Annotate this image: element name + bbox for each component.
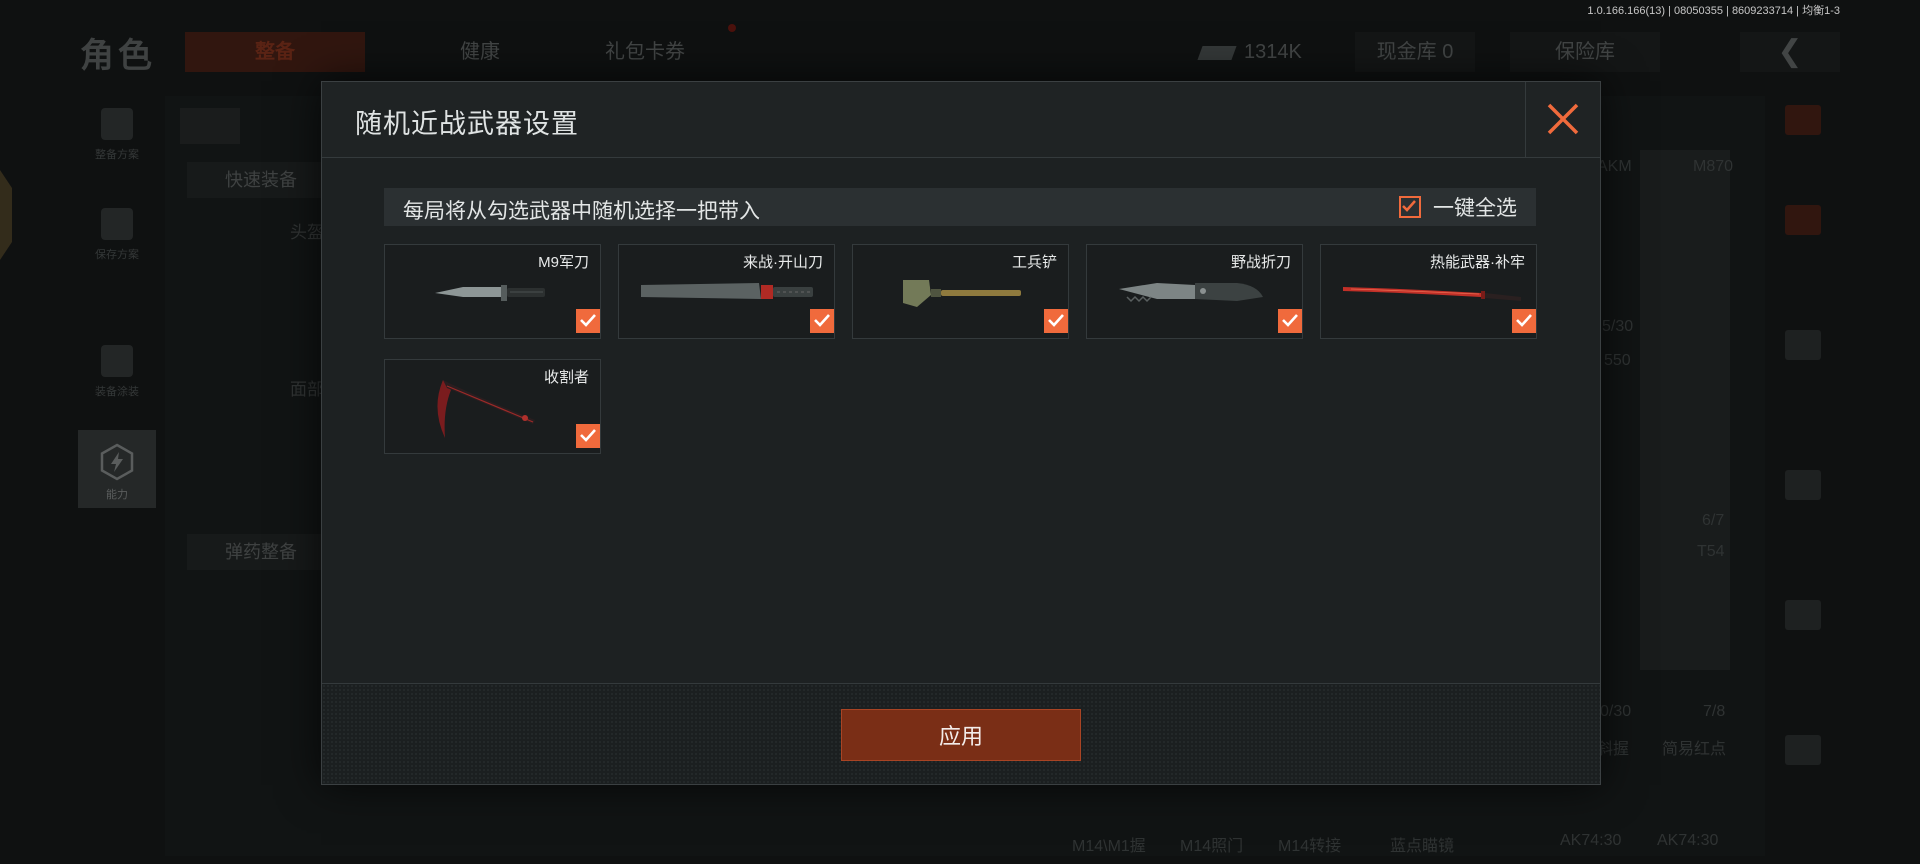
weapon-checkbox[interactable] [810, 309, 834, 333]
weapon-checkbox-wrap [1512, 309, 1536, 338]
weapon-name: 野战折刀 [1230, 254, 1291, 271]
select-all-checkbox[interactable] [1399, 196, 1421, 218]
weapon-checkbox-wrap [576, 424, 600, 453]
weapon-card-shovel[interactable]: 工兵铲 [852, 244, 1069, 339]
close-icon [1547, 103, 1579, 135]
check-icon [580, 314, 596, 327]
weapon-card-thermal-katana[interactable]: 热能武器·补牢 [1320, 244, 1537, 339]
weapon-name: 来战·开山刀 [743, 254, 823, 271]
weapon-checkbox[interactable] [576, 424, 600, 448]
weapon-name: 收割者 [543, 369, 589, 386]
weapon-checkbox[interactable] [1278, 309, 1302, 333]
weapon-name: 热能武器·补牢 [1430, 254, 1525, 271]
check-icon [1402, 200, 1416, 212]
check-icon [814, 314, 830, 327]
weapon-card-m9[interactable]: M9军刀 [384, 244, 601, 339]
weapon-card-reaper[interactable]: 收割者 [384, 359, 601, 454]
weapon-card-machete[interactable]: 来战·开山刀 [618, 244, 835, 339]
select-all-label: 一键全选 [1433, 197, 1517, 220]
info-bar: 每局将从勾选武器中随机选择一把带入 一键全选 [384, 188, 1536, 226]
info-text: 每局将从勾选武器中随机选择一把带入 [403, 200, 760, 223]
weapon-checkbox-wrap [810, 309, 834, 338]
check-icon [1282, 314, 1298, 327]
weapon-checkbox-wrap [576, 309, 600, 338]
dialog-footer: 应用 [322, 683, 1600, 784]
apply-button[interactable]: 应用 [841, 709, 1081, 761]
weapon-checkbox[interactable] [576, 309, 600, 333]
dialog-title: 随机近战武器设置 [355, 109, 579, 139]
check-icon [1516, 314, 1532, 327]
weapon-card-folding-knife[interactable]: 野战折刀 [1086, 244, 1303, 339]
check-icon [580, 429, 596, 442]
weapon-checkbox[interactable] [1512, 309, 1536, 333]
dialog-header: 随机近战武器设置 [322, 82, 1600, 158]
weapon-checkbox-wrap [1044, 309, 1068, 338]
weapon-name: M9军刀 [538, 254, 589, 271]
weapon-name: 工兵铲 [1011, 254, 1057, 271]
select-all-toggle[interactable]: 一键全选 [1399, 194, 1517, 220]
weapon-checkbox-wrap [1278, 309, 1302, 338]
check-icon [1048, 314, 1064, 327]
weapon-checkbox[interactable] [1044, 309, 1068, 333]
random-melee-settings-dialog: 随机近战武器设置 每局将从勾选武器中随机选择一把带入 一键全选 M9军刀 来战·… [321, 81, 1601, 785]
close-button[interactable] [1525, 82, 1600, 157]
